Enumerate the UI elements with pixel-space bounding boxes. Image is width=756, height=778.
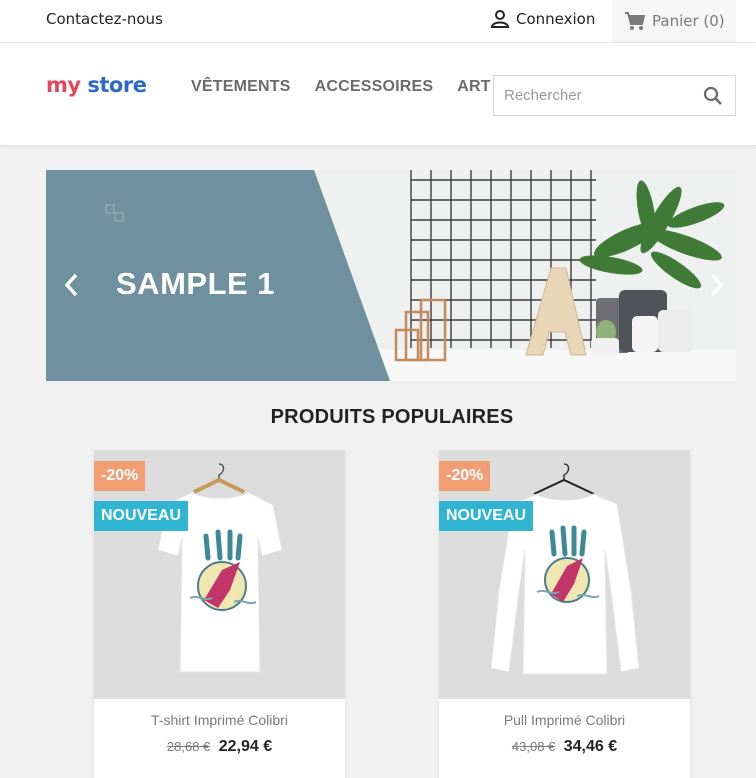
new-badge: NOUVEAU bbox=[439, 501, 534, 531]
cart-label: Panier (0) bbox=[652, 12, 725, 30]
contact-link[interactable]: Contactez-nous bbox=[46, 10, 163, 28]
product-prices: 43,08 € 34,46 € bbox=[439, 738, 690, 756]
product-name[interactable]: T-shirt Imprimé Colibri bbox=[94, 712, 345, 728]
menu-item-art[interactable]: ART bbox=[457, 78, 490, 96]
header: my store VÊTEMENTS ACCESSOIRES ART bbox=[0, 43, 756, 145]
cart-button[interactable]: Panier (0) bbox=[612, 0, 736, 42]
section-title: PRODUITS POPULAIRES bbox=[270, 406, 514, 428]
logo-word-store: store bbox=[87, 73, 147, 97]
new-badge: NOUVEAU bbox=[94, 501, 189, 531]
product-thumbnail[interactable]: -20% NOUVEAU bbox=[439, 450, 690, 699]
sale-price: 22,94 € bbox=[218, 738, 273, 755]
discount-badge: -20% bbox=[439, 461, 491, 491]
chevron-left-icon[interactable] bbox=[62, 270, 82, 300]
menu-item-vetements[interactable]: VÊTEMENTS bbox=[191, 78, 291, 96]
chevron-right-icon[interactable] bbox=[706, 270, 726, 300]
top-bar: Contactez-nous Connexion Panier (0) bbox=[0, 0, 756, 43]
regular-price: 28,68 € bbox=[166, 739, 211, 754]
regular-price: 43,08 € bbox=[511, 739, 556, 754]
product-card[interactable]: -20% NOUVEAU T-shirt Imprimé Colibri 28,… bbox=[94, 450, 345, 778]
product-thumbnail[interactable]: -20% NOUVEAU bbox=[94, 450, 345, 699]
discount-badge: -20% bbox=[94, 461, 146, 491]
slide-title: SAMPLE 1 bbox=[116, 266, 276, 301]
login-label: Connexion bbox=[516, 10, 596, 28]
person-icon bbox=[490, 10, 510, 28]
product-prices: 28,68 € 22,94 € bbox=[94, 738, 345, 756]
main-menu: VÊTEMENTS ACCESSOIRES ART bbox=[191, 78, 491, 96]
store-logo[interactable]: my store bbox=[46, 73, 147, 97]
search-box bbox=[493, 75, 736, 116]
login-link[interactable]: Connexion bbox=[490, 10, 595, 28]
product-name[interactable]: Pull Imprimé Colibri bbox=[439, 712, 690, 728]
logo-word-my: my bbox=[46, 73, 81, 97]
hero-slider[interactable]: SAMPLE 1 bbox=[46, 170, 736, 381]
sale-price: 34,46 € bbox=[563, 738, 618, 755]
search-input[interactable] bbox=[504, 76, 694, 115]
search-icon[interactable] bbox=[703, 86, 723, 106]
menu-item-accessoires[interactable]: ACCESSOIRES bbox=[315, 78, 434, 96]
cart-icon bbox=[625, 12, 646, 30]
product-card[interactable]: -20% NOUVEAU Pull Imprimé Colibri 43,08 … bbox=[439, 450, 690, 778]
